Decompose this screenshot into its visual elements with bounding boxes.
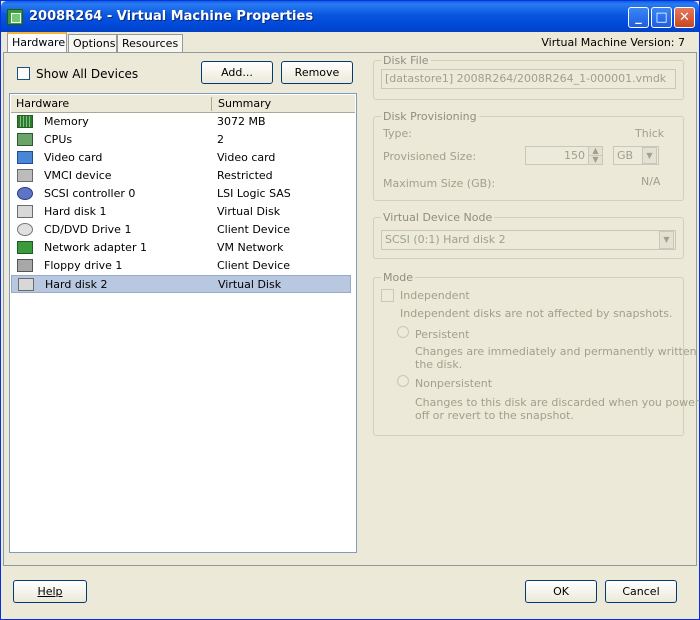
independent-label: Independent <box>400 289 470 302</box>
help-button-label: Help <box>37 585 63 598</box>
hardware-summary: Virtual Disk <box>218 278 282 291</box>
show-all-devices-label: Show All Devices <box>36 67 139 81</box>
minimize-button[interactable]: _ <box>628 7 649 28</box>
persistent-radio <box>397 326 409 338</box>
nonpersistent-radio <box>397 375 409 387</box>
window-title: 2008R264 - Virtual Machine Properties <box>29 9 314 24</box>
monitor-icon <box>17 151 33 164</box>
hardware-name: Memory <box>44 115 89 128</box>
maximum-size-value: N/A <box>641 175 661 188</box>
independent-checkbox <box>381 289 394 302</box>
hardware-name: Floppy drive 1 <box>44 259 123 272</box>
nonpersistent-description-line-2: off or revert to the snapshot. <box>415 409 574 422</box>
tab-hardware[interactable]: Hardware <box>7 32 67 52</box>
hardware-summary: Client Device <box>217 223 290 236</box>
persistent-description-line-1: Changes are immediately and permanently … <box>415 345 700 358</box>
properties-window: 2008R264 - Virtual Machine Properties _ … <box>0 0 700 620</box>
hardware-summary: Video card <box>217 151 276 164</box>
maximum-size-label: Maximum Size (GB): <box>383 177 496 190</box>
help-button[interactable]: Help <box>13 580 87 603</box>
hardware-row-cpus[interactable]: CPUs 2 <box>11 131 351 149</box>
column-hardware[interactable]: Hardware <box>16 97 69 110</box>
disk-file-title: Disk File <box>381 54 431 67</box>
hardware-summary: 3072 MB <box>217 115 266 128</box>
persistent-description-line-2: the disk. <box>415 358 463 371</box>
title-bar[interactable]: 2008R264 - Virtual Machine Properties _ … <box>1 1 699 32</box>
hardware-name: Network adapter 1 <box>44 241 147 254</box>
hardware-name: CD/DVD Drive 1 <box>44 223 132 236</box>
type-value: Thick <box>635 127 665 140</box>
floppy-icon <box>17 259 33 272</box>
hardware-row-network-adapter[interactable]: Network adapter 1 VM Network <box>11 239 351 257</box>
hardware-row-floppy[interactable]: Floppy drive 1 Client Device <box>11 257 351 275</box>
hardware-name: SCSI controller 0 <box>44 187 136 200</box>
provisioned-size-label: Provisioned Size: <box>383 150 477 163</box>
hardware-row-vmci[interactable]: VMCI device Restricted <box>11 167 351 185</box>
hardware-name: CPUs <box>44 133 73 146</box>
provisioned-size-input: 150 <box>525 146 589 165</box>
hardware-list: Hardware Summary Memory 3072 MB CPUs 2 V… <box>9 93 357 553</box>
type-label: Type: <box>383 127 412 140</box>
vmci-icon <box>17 169 33 182</box>
memory-icon <box>17 115 33 128</box>
vm-version-label: Virtual Machine Version: 7 <box>541 36 685 49</box>
scsi-icon <box>17 187 33 200</box>
chevron-down-icon: ▼ <box>642 147 657 164</box>
hardware-summary: 2 <box>217 133 224 146</box>
nonpersistent-label: Nonpersistent <box>415 377 493 390</box>
disk-provisioning-title: Disk Provisioning <box>381 110 479 123</box>
hardware-row-hard-disk-2[interactable]: Hard disk 2 Virtual Disk <box>11 275 351 293</box>
cd-icon <box>17 223 33 236</box>
hardware-summary: LSI Logic SAS <box>217 187 291 200</box>
hardware-list-header: Hardware Summary <box>11 95 355 113</box>
network-icon <box>17 241 33 254</box>
close-button[interactable]: ✕ <box>674 7 695 28</box>
tab-resources[interactable]: Resources <box>117 34 183 52</box>
column-summary[interactable]: Summary <box>218 97 271 110</box>
chevron-down-icon: ▼ <box>659 231 674 249</box>
nonpersistent-description-line-1: Changes to this disk are discarded when … <box>415 396 700 409</box>
remove-button[interactable]: Remove <box>281 61 353 84</box>
disk-file-field: [datastore1] 2008R264/2008R264_1-000001.… <box>381 69 676 89</box>
hardware-summary: Virtual Disk <box>217 205 281 218</box>
ok-button[interactable]: OK <box>525 580 597 603</box>
hardware-summary: VM Network <box>217 241 284 254</box>
cpu-icon <box>17 133 33 146</box>
hardware-name: Hard disk 1 <box>44 205 107 218</box>
hard-disk-icon <box>18 278 34 291</box>
hardware-name: Video card <box>44 151 103 164</box>
vm-app-icon <box>7 9 23 25</box>
mode-title: Mode <box>381 271 415 284</box>
hardware-row-hard-disk-1[interactable]: Hard disk 1 Virtual Disk <box>11 203 351 221</box>
hard-disk-icon <box>17 205 33 218</box>
hardware-row-scsi-controller[interactable]: SCSI controller 0 LSI Logic SAS <box>11 185 351 203</box>
hardware-row-video-card[interactable]: Video card Video card <box>11 149 351 167</box>
persistent-label: Persistent <box>415 328 470 341</box>
hardware-row-memory[interactable]: Memory 3072 MB <box>11 113 351 131</box>
virtual-device-node-select: SCSI (0:1) Hard disk 2 <box>381 230 676 250</box>
hardware-row-cd-dvd[interactable]: CD/DVD Drive 1 Client Device <box>11 221 351 239</box>
hardware-name: Hard disk 2 <box>45 278 108 291</box>
hardware-name: VMCI device <box>44 169 112 182</box>
hardware-summary: Client Device <box>217 259 290 272</box>
independent-description: Independent disks are not affected by sn… <box>400 307 673 320</box>
maximize-button[interactable]: □ <box>651 7 672 28</box>
spinner-down-icon: ▼ <box>588 155 603 165</box>
hardware-summary: Restricted <box>217 169 273 182</box>
cancel-button[interactable]: Cancel <box>605 580 677 603</box>
column-divider[interactable] <box>211 97 212 111</box>
show-all-devices-checkbox[interactable] <box>17 67 30 80</box>
tab-options[interactable]: Options <box>68 34 117 52</box>
virtual-device-node-title: Virtual Device Node <box>381 211 495 224</box>
add-button[interactable]: Add... <box>201 61 273 84</box>
